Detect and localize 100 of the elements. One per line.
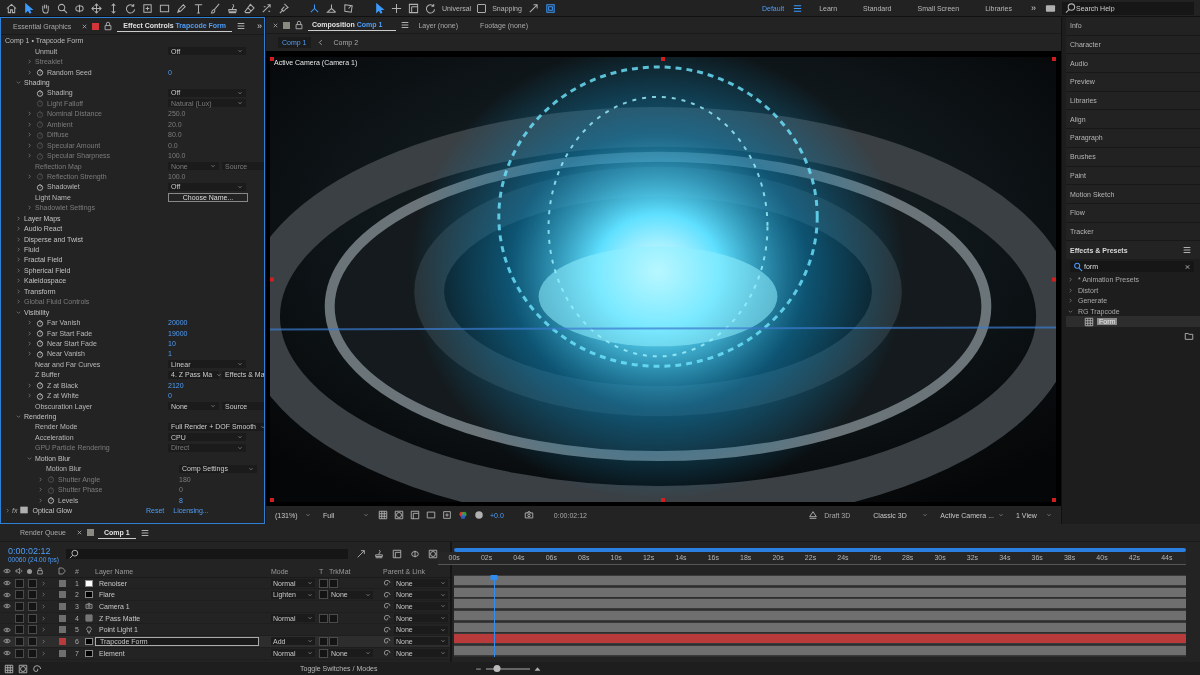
- label-icon[interactable]: [58, 567, 66, 576]
- eye-icon[interactable]: [3, 579, 11, 588]
- close-icon[interactable]: [81, 22, 89, 30]
- stopwatch-icon[interactable]: [36, 391, 44, 400]
- chevron-icon[interactable]: [16, 267, 21, 273]
- menu-icon[interactable]: [1182, 245, 1192, 256]
- label-color[interactable]: [58, 637, 66, 645]
- eye-icon[interactable]: [3, 637, 11, 646]
- chevron-icon[interactable]: [27, 382, 32, 388]
- chevron-icon[interactable]: [1068, 287, 1073, 293]
- menu-icon[interactable]: [792, 2, 804, 14]
- chevron-icon[interactable]: [27, 320, 32, 326]
- orbit-icon[interactable]: [74, 2, 85, 14]
- chevron-icon[interactable]: [1068, 277, 1073, 282]
- draft-3d-icon[interactable]: [808, 510, 819, 520]
- switch-box[interactable]: [15, 636, 24, 646]
- speaker-icon[interactable]: [15, 567, 23, 576]
- trkmat-box[interactable]: [329, 636, 338, 646]
- solo-icon[interactable]: [27, 568, 32, 574]
- search-field[interactable]: [66, 549, 348, 559]
- axis-icon[interactable]: [343, 2, 354, 14]
- more-panels-button[interactable]: »: [254, 21, 264, 31]
- square-crosshair-icon[interactable]: [142, 2, 153, 14]
- exposure-icon[interactable]: [474, 510, 484, 520]
- chevron-icon[interactable]: [16, 80, 21, 86]
- zoom-slider[interactable]: [486, 667, 531, 670]
- stopwatch-icon[interactable]: [36, 182, 44, 191]
- chevron-icon[interactable]: [16, 278, 21, 284]
- eye-icon[interactable]: [3, 567, 11, 576]
- switch-box[interactable]: [15, 648, 24, 658]
- chevron-icon[interactable]: [16, 414, 21, 420]
- hand-icon[interactable]: [40, 2, 51, 14]
- eye-icon[interactable]: [3, 602, 11, 611]
- pen-icon[interactable]: [176, 2, 187, 14]
- zoom-in-icon[interactable]: [534, 665, 542, 672]
- lock-icon[interactable]: [294, 20, 304, 30]
- label-color[interactable]: [58, 579, 66, 587]
- label-color[interactable]: [58, 649, 66, 657]
- chevron-icon[interactable]: [1068, 308, 1073, 314]
- workspace-icon[interactable]: [1045, 2, 1056, 14]
- chevron-icon[interactable]: [16, 236, 21, 242]
- playhead[interactable]: [490, 575, 498, 657]
- chevron-icon[interactable]: [16, 226, 21, 232]
- stopwatch-icon[interactable]: [36, 349, 44, 358]
- grid-icon[interactable]: [378, 510, 388, 520]
- chevron-icon[interactable]: [1068, 298, 1073, 303]
- eye-icon[interactable]: [3, 590, 11, 599]
- snap-icon[interactable]: [544, 2, 556, 14]
- chevron-icon[interactable]: [38, 497, 43, 503]
- chevron-icon[interactable]: [27, 393, 32, 399]
- chevron-icon[interactable]: [16, 257, 21, 263]
- menu-icon[interactable]: [139, 527, 150, 538]
- chevron-icon[interactable]: [27, 69, 32, 75]
- menu-icon[interactable]: [236, 21, 247, 31]
- switch-box[interactable]: [15, 590, 24, 600]
- chevron-icon[interactable]: [16, 288, 21, 294]
- mask-icon[interactable]: [394, 510, 404, 520]
- chevron-icon[interactable]: [16, 309, 21, 315]
- plus-icon[interactable]: [391, 2, 402, 14]
- zoom-out-icon[interactable]: [475, 665, 483, 672]
- more-workspaces-button[interactable]: »: [1028, 3, 1039, 13]
- camera-icon[interactable]: [523, 510, 534, 520]
- chevron-icon[interactable]: [5, 507, 10, 513]
- stamp-icon[interactable]: [227, 2, 238, 14]
- home-icon[interactable]: [6, 2, 17, 14]
- preserve-transparency-box[interactable]: [319, 636, 328, 646]
- clear-icon[interactable]: [1184, 263, 1191, 271]
- preserve-transparency-box[interactable]: [319, 613, 328, 623]
- pin-icon[interactable]: [278, 2, 289, 14]
- label-color[interactable]: [58, 626, 66, 634]
- label-color[interactable]: [58, 602, 66, 610]
- trkmat-box[interactable]: [329, 613, 338, 623]
- eye-icon[interactable]: [3, 649, 11, 658]
- color-channels-icon[interactable]: [458, 510, 468, 520]
- switch-box[interactable]: [28, 648, 37, 658]
- rectangle-icon[interactable]: [426, 510, 436, 520]
- axis-icon[interactable]: [309, 2, 320, 14]
- box-icon[interactable]: [410, 510, 420, 520]
- lock-icon[interactable]: [103, 21, 114, 31]
- preserve-transparency-box[interactable]: [319, 578, 328, 588]
- current-timecode[interactable]: 0:00:02:12: [8, 545, 58, 556]
- switch-box[interactable]: [15, 613, 24, 623]
- axis-icon[interactable]: [326, 2, 337, 14]
- preserve-transparency-box[interactable]: [319, 648, 328, 658]
- diagonal-arrow-icon[interactable]: [527, 2, 539, 14]
- snapping-checkbox[interactable]: [477, 3, 487, 13]
- pointer-icon[interactable]: [374, 2, 385, 14]
- pointer-icon[interactable]: [23, 2, 34, 14]
- menu-icon[interactable]: [400, 20, 411, 30]
- chevron-icon[interactable]: [16, 215, 21, 221]
- text-tool-icon[interactable]: [193, 2, 204, 14]
- magnifier-icon[interactable]: [57, 2, 68, 14]
- switch-box[interactable]: [28, 601, 37, 611]
- rotate-icon[interactable]: [425, 2, 436, 14]
- label-color[interactable]: [58, 591, 66, 599]
- eye-icon[interactable]: [3, 625, 11, 634]
- roto-brush-icon[interactable]: [261, 2, 272, 14]
- label-color[interactable]: [58, 614, 66, 622]
- switch-box[interactable]: [28, 590, 37, 600]
- move-icon[interactable]: [91, 2, 102, 14]
